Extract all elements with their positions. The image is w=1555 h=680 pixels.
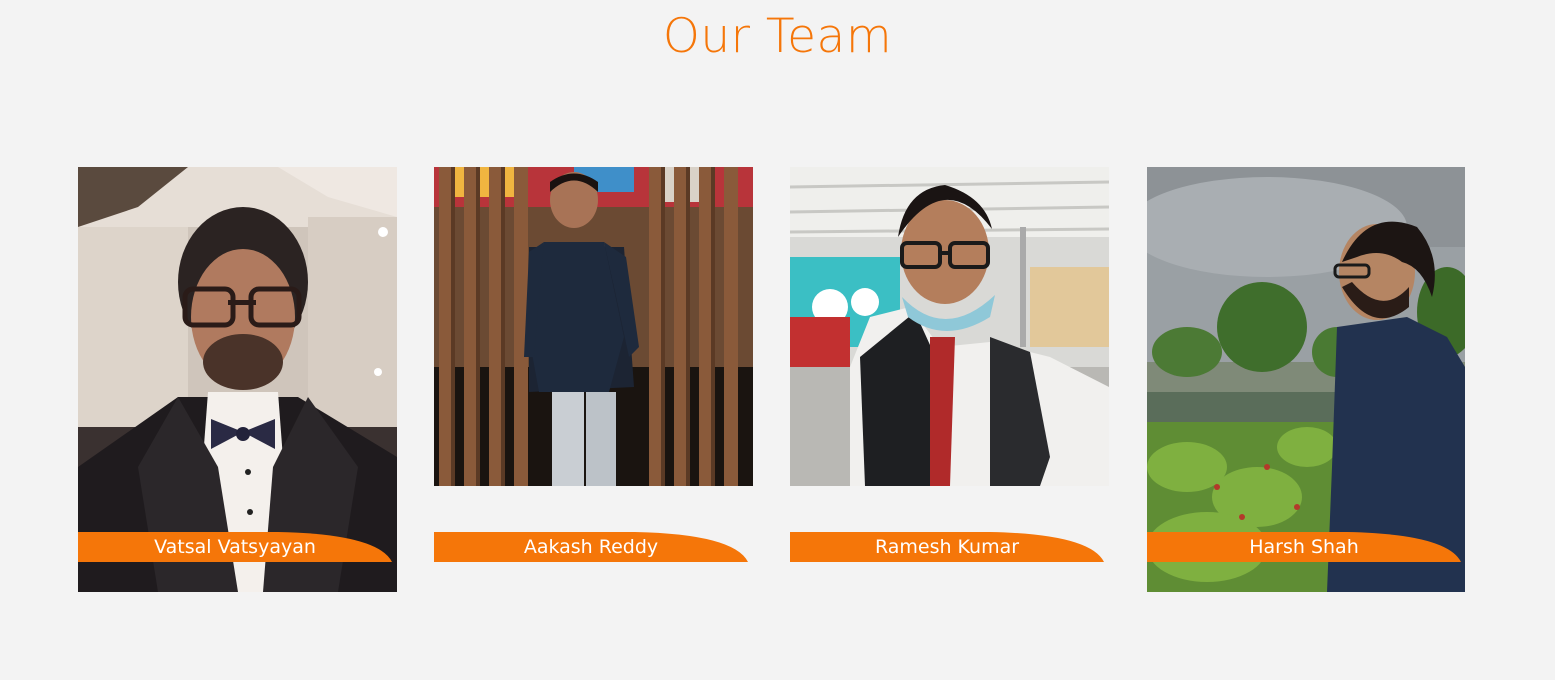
team-member-photo (78, 167, 397, 592)
team-member-name-tab: Harsh Shah (1147, 532, 1461, 562)
team-member-photo (434, 167, 753, 486)
team-member-name: Aakash Reddy (523, 536, 659, 558)
team-member-name-tab: Ramesh Kumar (790, 532, 1104, 562)
team-member-name: Harsh Shah (1249, 536, 1359, 558)
team-member-photo (790, 167, 1109, 486)
portrait-photo-suit-bowtie (78, 167, 397, 592)
portrait-photo-outdoor-trees (1147, 167, 1465, 592)
team-member-name: Ramesh Kumar (874, 536, 1020, 558)
team-member-name-tab: Vatsal Vatsyayan (78, 532, 392, 562)
team-member-name: Vatsal Vatsyayan (154, 536, 316, 558)
team-member-name-tab: Aakash Reddy (434, 532, 748, 562)
team-section: Our Team Vatsal Vatsyayan Aakash Reddy R… (0, 0, 1555, 680)
portrait-photo-wooden-slats (434, 167, 753, 486)
section-title: Our Team (662, 9, 893, 64)
portrait-photo-airport-selfie (790, 167, 1109, 486)
team-member-photo (1147, 167, 1465, 592)
